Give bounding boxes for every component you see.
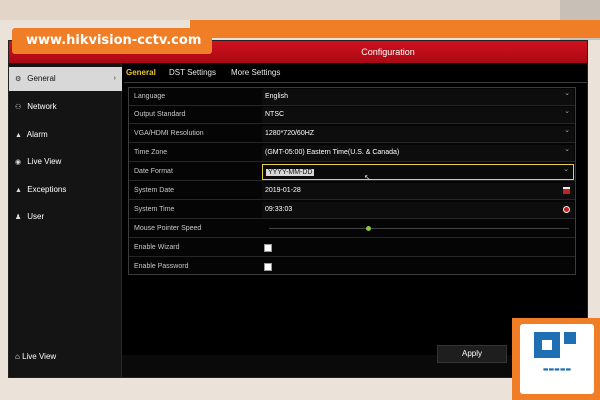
nvr-screen: Configuration ⚙ General › ⚇ Network ▲ Al…: [8, 40, 588, 378]
slider-knob[interactable]: [366, 226, 371, 231]
network-icon: ⚇: [15, 104, 22, 111]
enable-wizard-checkbox[interactable]: [264, 244, 272, 252]
tab-more-settings[interactable]: More Settings: [231, 68, 280, 77]
logo-mark-inner: [542, 340, 552, 350]
row-time-zone: Time Zone (GMT-05:00) Eastern Time(U.S. …: [129, 142, 575, 162]
language-select[interactable]: English: [262, 86, 574, 105]
resolution-select[interactable]: 1280*720/60HZ: [262, 123, 574, 142]
pointer-speed-label: Mouse Pointer Speed: [134, 225, 202, 232]
sidebar-item-label: User: [27, 212, 45, 221]
sidebar-item-network[interactable]: ⚇ Network: [9, 95, 122, 119]
clock-icon[interactable]: [563, 206, 570, 213]
user-icon: ♟: [15, 214, 22, 221]
live-view-label: Live View: [22, 352, 57, 361]
gear-icon: ⚙: [15, 76, 22, 83]
tab-dst-settings[interactable]: DST Settings: [169, 68, 216, 77]
sidebar-item-live-view[interactable]: ◉ Live View: [9, 150, 122, 174]
alarm-icon: ▲: [15, 132, 22, 139]
row-resolution: VGA/HDMI Resolution 1280*720/60HZ: [129, 123, 575, 143]
sidebar: ⚙ General › ⚇ Network ▲ Alarm ◉ Live Vie…: [9, 63, 122, 377]
output-standard-select[interactable]: NTSC: [262, 104, 574, 123]
live-view-icon: ◉: [15, 159, 22, 166]
orange-decoration: [190, 20, 600, 38]
system-time-label: System Time: [134, 206, 175, 213]
settings-panel: Language English Output Standard NTSC VG…: [128, 86, 576, 276]
enable-password-label: Enable Password: [134, 263, 189, 270]
time-zone-label: Time Zone: [134, 149, 168, 156]
resolution-label: VGA/HDMI Resolution: [134, 130, 204, 137]
sidebar-item-general[interactable]: ⚙ General ›: [9, 67, 122, 91]
language-label: Language: [134, 93, 166, 100]
logo-card: ▬▬▬▬▬: [520, 324, 594, 394]
sidebar-item-exceptions[interactable]: ▲ Exceptions: [9, 178, 122, 202]
sidebar-item-label: Alarm: [26, 130, 48, 139]
enable-password-checkbox[interactable]: [264, 263, 272, 271]
sidebar-item-label: Network: [27, 102, 57, 111]
exceptions-icon: ▲: [15, 187, 22, 194]
brand-logo: ▬▬▬▬▬: [512, 318, 600, 400]
logo-lettering: ▬▬▬▬▬: [542, 366, 572, 373]
system-date-value: 2019-01-28: [265, 187, 301, 194]
live-view-button[interactable]: ⌂ Live View: [9, 347, 122, 367]
chevron-right-icon: ›: [113, 75, 116, 82]
home-icon: ⌂: [15, 352, 20, 361]
enable-wizard-label: Enable Wizard: [134, 244, 180, 251]
row-enable-password: Enable Password: [129, 258, 575, 276]
top-stripe: [0, 0, 600, 20]
date-format-label: Date Format: [134, 168, 173, 175]
window-title: Configuration: [361, 47, 415, 57]
row-enable-wizard: Enable Wizard: [129, 239, 575, 257]
website-banner: www.hikvision-cctv.com: [12, 28, 212, 54]
row-pointer-speed: Mouse Pointer Speed: [129, 220, 575, 238]
row-system-time: System Time 09:33:03: [129, 201, 575, 219]
sidebar-item-alarm[interactable]: ▲ Alarm: [9, 123, 122, 147]
mouse-cursor-icon: ↖: [364, 173, 371, 182]
system-date-field[interactable]: 2019-01-28: [262, 183, 574, 199]
system-time-field[interactable]: 09:33:03: [262, 202, 574, 218]
row-language: Language English: [129, 86, 575, 106]
system-date-label: System Date: [134, 187, 175, 194]
system-time-value: 09:33:03: [265, 206, 293, 213]
time-zone-select[interactable]: (GMT-05:00) Eastern Time(U.S. & Canada): [262, 142, 574, 161]
sidebar-item-label: Exceptions: [27, 185, 67, 194]
tab-bar: General DST Settings More Settings: [124, 65, 587, 83]
tab-general[interactable]: General: [126, 68, 156, 77]
logo-mark-small: [564, 332, 576, 344]
apply-button[interactable]: Apply: [437, 345, 507, 363]
output-standard-label: Output Standard: [134, 111, 186, 118]
pointer-speed-slider[interactable]: [269, 226, 569, 231]
sidebar-item-label: Live View: [27, 157, 62, 166]
date-format-select[interactable]: YYYY-MM-DD: [262, 162, 574, 180]
row-date-format: Date Format YYYY-MM-DD: [129, 162, 575, 181]
date-format-value: YYYY-MM-DD: [266, 169, 315, 176]
row-system-date: System Date 2019-01-28: [129, 182, 575, 200]
sidebar-item-user[interactable]: ♟ User: [9, 205, 122, 229]
row-output-standard: Output Standard NTSC: [129, 104, 575, 124]
calendar-icon[interactable]: [563, 187, 570, 194]
sidebar-item-label: General: [27, 74, 56, 83]
